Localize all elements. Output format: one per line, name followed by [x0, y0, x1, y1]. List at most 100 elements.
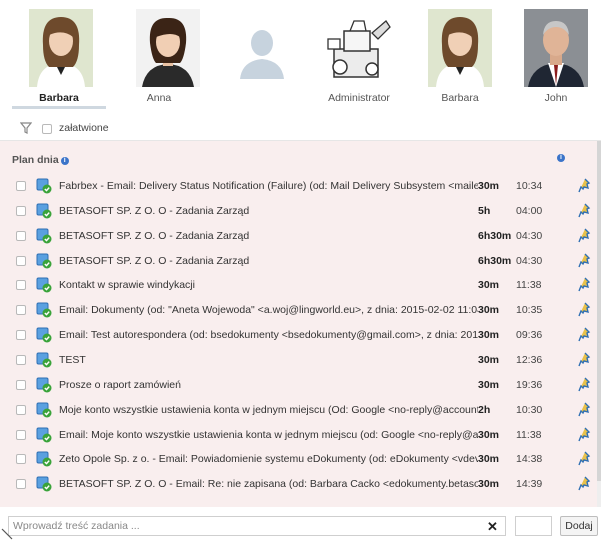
user-barbara-2[interactable]: Barbara — [412, 0, 502, 112]
user-unknown[interactable] — [212, 0, 302, 112]
task-duration: 6h30m — [478, 229, 512, 242]
pin-icon[interactable] — [578, 228, 592, 244]
task-duration: 30m — [478, 453, 500, 466]
avatar-barbara — [29, 9, 93, 87]
resize-handle-icon[interactable] — [0, 527, 14, 541]
duration-input[interactable] — [515, 516, 552, 536]
task-checkbox[interactable] — [16, 280, 26, 291]
task-title[interactable]: Email: Dokumenty (od: "Aneta Wojewoda" <… — [59, 304, 478, 316]
task-checkbox[interactable] — [16, 330, 26, 341]
task-checkbox[interactable] — [16, 429, 26, 440]
task-checkbox[interactable] — [16, 454, 26, 465]
task-title[interactable]: BETASOFT SP. Z O. O - Zadania Zarząd — [59, 205, 478, 217]
task-time: 19:36 — [516, 378, 543, 391]
task-input[interactable] — [8, 516, 506, 536]
task-time: 10:34 — [516, 180, 543, 192]
task-title[interactable]: Kontakt w sprawie windykacji — [59, 279, 478, 291]
active-user-indicator — [12, 106, 106, 109]
task-time: 04:30 — [516, 229, 543, 242]
task-checkbox[interactable] — [16, 354, 26, 365]
task-duration: 2h — [478, 403, 491, 416]
task-checkbox[interactable] — [16, 205, 26, 216]
scrollbar-thumb[interactable] — [597, 141, 601, 481]
user-john[interactable]: John — [510, 0, 601, 112]
task-duration: 6h30m — [478, 254, 512, 267]
task-title[interactable]: BETASOFT SP. Z O. O - Zadania Zarząd — [59, 255, 478, 267]
task-checkbox[interactable] — [16, 305, 26, 316]
task-row[interactable]: BETASOFT SP. Z O. O - Zadania Zarząd 6h30… — [0, 224, 597, 248]
user-name: John — [544, 92, 568, 104]
task-checkbox[interactable] — [16, 379, 26, 390]
pin-icon[interactable] — [578, 427, 592, 443]
task-duration: 5h — [478, 204, 491, 217]
avatar-barbara — [428, 9, 492, 87]
task-row[interactable]: Email: Dokumenty (od: "Aneta Wojewoda" <… — [0, 298, 597, 322]
task-row[interactable]: BETASOFT SP. Z O. O - Zadania Zarząd 5h 04… — [0, 199, 597, 223]
task-done-icon — [36, 377, 52, 393]
pin-icon[interactable] — [578, 203, 592, 219]
task-checkbox[interactable] — [16, 230, 26, 241]
pin-icon[interactable] — [578, 327, 592, 343]
task-row[interactable]: Prosze o raport zamówień 30m 19:36 — [0, 373, 597, 397]
task-title[interactable]: Email: Moje konto wszystkie ustawienia k… — [59, 429, 478, 441]
task-time: 10:35 — [516, 304, 543, 317]
info-icon[interactable]: i — [60, 157, 69, 165]
task-title[interactable]: Email: Test autorespondera (od: bsedokum… — [59, 329, 478, 341]
funnel-icon[interactable] — [19, 122, 33, 137]
done-filter-checkbox[interactable] — [42, 124, 52, 134]
user-administrator[interactable]: Administrator — [314, 0, 404, 112]
task-row[interactable]: TEST 30m 12:36 — [0, 348, 597, 372]
done-filter-label: załatwione — [59, 122, 109, 134]
task-row[interactable]: Moje konto wszystkie ustawienia konta w … — [0, 398, 597, 422]
task-title[interactable]: Prosze o raport zamówień — [59, 379, 478, 391]
pin-icon[interactable] — [578, 476, 592, 492]
user-barbara[interactable]: Barbara — [12, 0, 106, 112]
pin-icon[interactable] — [578, 302, 592, 318]
task-time: 09:36 — [516, 329, 543, 342]
pin-icon[interactable] — [578, 253, 592, 269]
task-row[interactable]: Fabrbex - Email: Delivery Status Notific… — [0, 174, 597, 198]
task-checkbox[interactable] — [16, 181, 26, 191]
task-row[interactable]: Zeto Opole Sp. z o. - Email: Powiadomien… — [0, 447, 597, 471]
task-row[interactable]: Email: Moje konto wszystkie ustawienia k… — [0, 423, 597, 447]
task-time: 10:30 — [516, 403, 543, 416]
task-done-icon — [36, 327, 52, 343]
pin-icon[interactable] — [578, 377, 592, 393]
task-duration: 30m — [478, 353, 500, 366]
task-row[interactable]: BETASOFT SP. Z O. O - Email: Re: nie zap… — [0, 472, 597, 496]
task-title[interactable]: Zeto Opole Sp. z o. - Email: Powiadomien… — [59, 453, 478, 465]
avatar-administrator — [320, 9, 398, 87]
pin-icon[interactable] — [578, 402, 592, 418]
pin-icon[interactable] — [578, 277, 592, 293]
task-time: 11:38 — [516, 428, 542, 441]
task-title[interactable]: BETASOFT SP. Z O. O - Zadania Zarząd — [59, 230, 478, 242]
task-done-icon — [36, 178, 52, 194]
task-title[interactable]: Moje konto wszystkie ustawienia konta w … — [59, 404, 478, 416]
add-task-button[interactable]: Dodaj — [560, 516, 598, 536]
task-duration: 30m — [478, 329, 500, 342]
task-time: 12:36 — [516, 353, 543, 366]
task-title[interactable]: Fabrbex - Email: Delivery Status Notific… — [59, 180, 478, 192]
task-time: 11:38 — [516, 279, 542, 292]
clear-icon[interactable]: ✕ — [487, 519, 498, 535]
task-checkbox[interactable] — [16, 255, 26, 266]
pin-icon[interactable] — [578, 352, 592, 368]
pin-icon[interactable] — [578, 178, 592, 194]
task-done-icon — [36, 402, 52, 418]
task-title[interactable]: BETASOFT SP. Z O. O - Email: Re: nie zap… — [59, 478, 478, 490]
user-switcher: Barbara Anna Administrator Barbara John — [0, 0, 601, 112]
task-row[interactable]: BETASOFT SP. Z O. O - Zadania Zarząd 6h30… — [0, 249, 597, 273]
info-icon[interactable]: i — [557, 154, 565, 162]
user-name: Barbara — [441, 92, 479, 104]
plan-scrollbar[interactable] — [597, 141, 601, 507]
task-row[interactable]: Kontakt w sprawie windykacji 30m 11:38 — [0, 273, 597, 297]
task-checkbox[interactable] — [16, 479, 26, 490]
task-checkbox[interactable] — [16, 404, 26, 415]
user-anna[interactable]: Anna — [114, 0, 204, 112]
user-name: Barbara — [39, 92, 79, 104]
task-row[interactable]: Email: Test autorespondera (od: bsedokum… — [0, 323, 597, 347]
task-time: 04:00 — [516, 204, 543, 217]
task-title[interactable]: TEST — [59, 354, 478, 366]
avatar-anna — [136, 9, 200, 87]
pin-icon[interactable] — [578, 451, 592, 467]
